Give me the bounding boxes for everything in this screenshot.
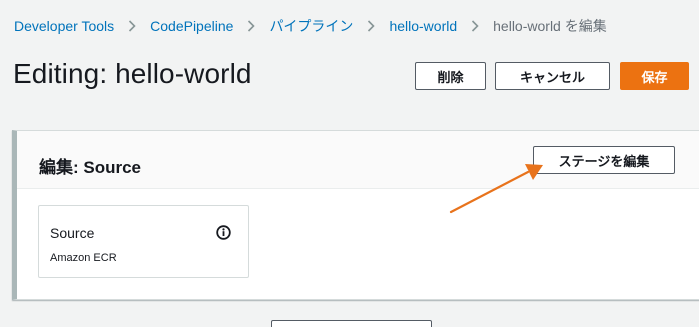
chevron-right-icon — [233, 20, 269, 32]
action-card[interactable]: Source Amazon ECR — [38, 205, 249, 278]
add-stage-button[interactable] — [271, 320, 432, 327]
cancel-button[interactable]: キャンセル — [495, 62, 610, 90]
breadcrumb-pipelines[interactable]: パイプライン — [269, 16, 353, 36]
stage-title: 編集: Source — [39, 158, 142, 177]
action-name: Source — [50, 225, 95, 241]
breadcrumb-developer-tools[interactable]: Developer Tools — [14, 18, 114, 34]
action-provider: Amazon ECR — [50, 252, 117, 264]
breadcrumb-codepipeline[interactable]: CodePipeline — [150, 18, 233, 34]
breadcrumb: Developer Tools CodePipeline パイプライン hell… — [14, 16, 607, 36]
delete-button[interactable]: 削除 — [415, 62, 486, 90]
chevron-right-icon — [457, 20, 493, 32]
info-icon[interactable] — [216, 225, 231, 240]
page-title: Editing: hello-world — [13, 58, 252, 89]
save-button[interactable]: 保存 — [620, 62, 689, 90]
edit-stage-button[interactable]: ステージを編集 — [533, 146, 675, 174]
chevron-right-icon — [353, 20, 389, 32]
stage-header: 編集: Source ステージを編集 — [17, 131, 699, 189]
breadcrumb-current: hello-world を編集 — [493, 18, 607, 34]
stage-panel: 編集: Source ステージを編集 Source Amazon ECR — [12, 130, 699, 300]
chevron-right-icon — [114, 20, 150, 32]
breadcrumb-hello-world[interactable]: hello-world — [389, 18, 457, 34]
